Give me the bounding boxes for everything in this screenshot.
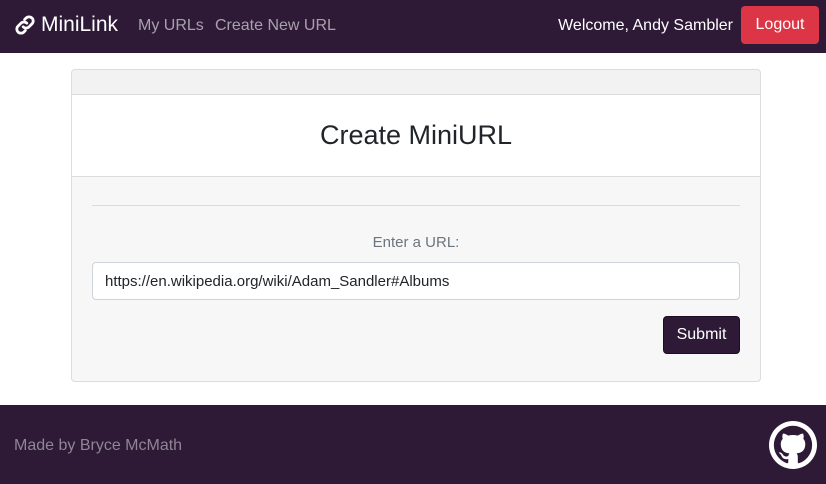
- nav-create-new-url[interactable]: Create New URL: [215, 17, 336, 35]
- logout-button[interactable]: Logout: [741, 6, 819, 44]
- submit-button[interactable]: Submit: [663, 316, 740, 354]
- create-url-card: Create MiniURL Enter a URL: Submit: [71, 69, 761, 382]
- brand-link[interactable]: MiniLink: [14, 13, 118, 37]
- url-input[interactable]: [92, 262, 740, 300]
- navbar: MiniLink My URLs Create New URL Welcome,…: [0, 0, 826, 53]
- link-icon: [15, 15, 35, 35]
- welcome-text: Welcome, Andy Sambler: [558, 17, 733, 34]
- github-icon[interactable]: [769, 421, 817, 469]
- card-header: Create MiniURL: [72, 95, 760, 177]
- url-label: Enter a URL:: [372, 234, 460, 251]
- brand-name: MiniLink: [41, 13, 119, 36]
- footer-credit: Made by Bryce McMath: [14, 437, 183, 454]
- nav-my-urls[interactable]: My URLs: [138, 17, 204, 35]
- page-title: Create MiniURL: [319, 120, 513, 150]
- divider: [92, 205, 740, 206]
- card-top-bar: [72, 70, 760, 95]
- footer: Made by Bryce McMath: [0, 405, 826, 484]
